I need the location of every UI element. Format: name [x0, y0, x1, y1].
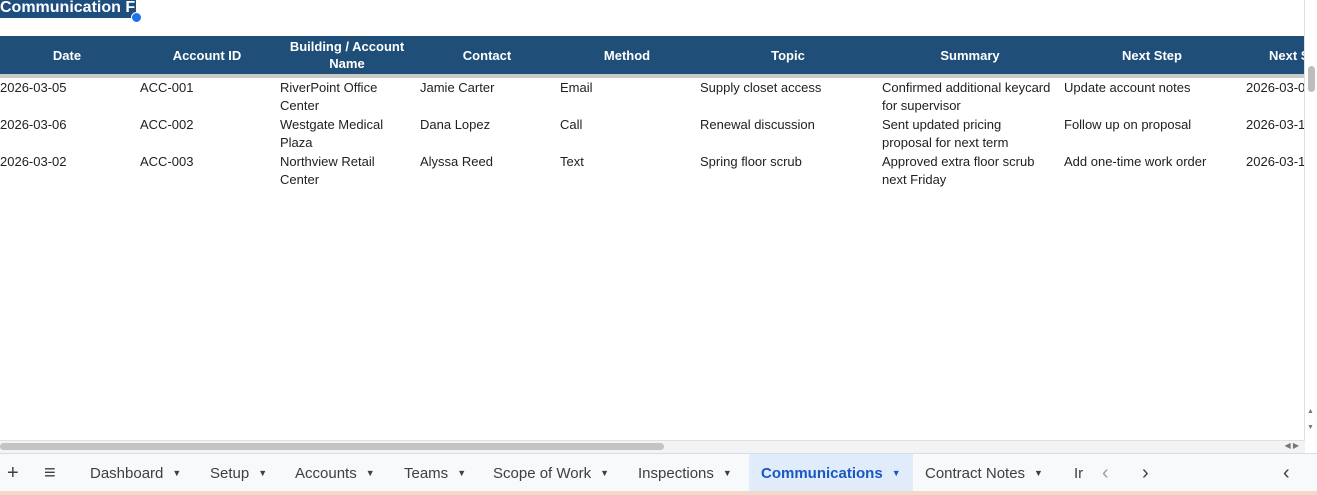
- cell-next-step[interactable]: Follow up on proposal: [1064, 116, 1240, 134]
- cell-summary[interactable]: Confirmed additional keycard for supervi…: [882, 79, 1060, 115]
- cell-contact[interactable]: Alyssa Reed: [420, 153, 554, 171]
- chevron-down-icon[interactable]: ▼: [892, 468, 901, 478]
- column-header-next-step[interactable]: Next Step: [1064, 36, 1240, 74]
- chevron-down-icon[interactable]: ▼: [366, 468, 375, 478]
- collapse-sidebar-icon[interactable]: ‹: [1283, 454, 1290, 492]
- cell-account-id[interactable]: ACC-001: [140, 79, 274, 97]
- cell-next-step[interactable]: Add one-time work order: [1064, 153, 1240, 171]
- chevron-down-icon[interactable]: ▼: [723, 468, 732, 478]
- column-header-date[interactable]: Date: [0, 36, 134, 74]
- cell-summary[interactable]: Sent updated pricing proposal for next t…: [882, 116, 1032, 152]
- table-row: 2026-03-02 ACC-003 Northview Retail Cent…: [0, 153, 1305, 190]
- column-header-contact[interactable]: Contact: [420, 36, 554, 74]
- scroll-tabs-right-icon[interactable]: ›: [1142, 454, 1149, 492]
- tab-scope-of-work[interactable]: Scope of Work ▼: [493, 454, 609, 492]
- sheet-title: Communication F: [0, 0, 136, 16]
- column-header-method[interactable]: Method: [560, 36, 694, 74]
- cell-next-date[interactable]: 2026-03-0: [1246, 79, 1305, 97]
- tab-label: Contract Notes: [925, 464, 1026, 482]
- cell-summary[interactable]: Approved extra floor scrub next Friday: [882, 153, 1052, 189]
- cell-method[interactable]: Text: [560, 153, 694, 171]
- scroll-tabs-left-icon[interactable]: ‹: [1102, 454, 1109, 492]
- chevron-down-icon[interactable]: ▼: [258, 468, 267, 478]
- column-header-building[interactable]: Building / Account Name: [280, 36, 414, 74]
- cell-building[interactable]: Northview Retail Center: [280, 153, 400, 189]
- cell-account-id[interactable]: ACC-003: [140, 153, 274, 171]
- sheet-title-cell[interactable]: Communication F: [0, 0, 136, 18]
- column-header-topic[interactable]: Topic: [700, 36, 876, 74]
- chevron-down-icon[interactable]: ▼: [457, 468, 466, 478]
- cell-date[interactable]: 2026-03-02: [0, 153, 134, 171]
- chevron-down-icon[interactable]: ▼: [1034, 468, 1043, 478]
- tab-inspections[interactable]: Inspections ▼: [638, 454, 732, 492]
- tab-setup[interactable]: Setup ▼: [210, 454, 267, 492]
- tab-dashboard[interactable]: Dashboard ▼: [90, 454, 181, 492]
- scroll-right-icon[interactable]: ▶: [1293, 441, 1299, 450]
- cell-next-date[interactable]: 2026-03-1: [1246, 116, 1305, 134]
- column-header-account-id[interactable]: Account ID: [140, 36, 274, 74]
- cell-date[interactable]: 2026-03-05: [0, 79, 134, 97]
- tab-teams[interactable]: Teams ▼: [404, 454, 466, 492]
- cell-date[interactable]: 2026-03-06: [0, 116, 134, 134]
- sheet-tab-bar: + ≡ Dashboard ▼ Setup ▼ Accounts ▼ Teams ▼ S…: [0, 453, 1317, 492]
- table-row: 2026-03-05 ACC-001 RiverPoint Office Cen…: [0, 79, 1305, 116]
- horizontal-scroll-thumb[interactable]: [0, 443, 664, 450]
- selection-handle[interactable]: [131, 12, 142, 23]
- tab-label: Teams: [404, 464, 449, 482]
- cell-topic[interactable]: Spring floor scrub: [700, 153, 876, 171]
- cell-next-date[interactable]: 2026-03-1: [1246, 153, 1305, 171]
- scroll-left-icon[interactable]: ◀: [1284, 441, 1290, 450]
- tab-label: Ir: [1074, 464, 1084, 482]
- cell-contact[interactable]: Dana Lopez: [420, 116, 554, 134]
- chevron-down-icon[interactable]: ▼: [600, 468, 609, 478]
- tab-label: Inspections: [638, 464, 714, 482]
- all-sheets-menu-icon[interactable]: ≡: [44, 454, 56, 492]
- table-header-row: Date Account ID Building / Account Name …: [0, 36, 1305, 78]
- tab-label: Dashboard: [90, 464, 164, 482]
- cell-building[interactable]: RiverPoint Office Center: [280, 79, 400, 115]
- cell-method[interactable]: Call: [560, 116, 694, 134]
- column-header-summary[interactable]: Summary: [882, 36, 1058, 74]
- scroll-up-icon[interactable]: ▲: [1307, 408, 1314, 416]
- vertical-scrollbar[interactable]: ▲ ▼: [1304, 0, 1317, 440]
- tab-accounts[interactable]: Accounts ▼: [295, 454, 375, 492]
- tab-label: Scope of Work: [493, 464, 592, 482]
- cell-next-step[interactable]: Update account notes: [1064, 79, 1240, 97]
- cell-topic[interactable]: Supply closet access: [700, 79, 876, 97]
- tab-contract-notes[interactable]: Contract Notes ▼: [925, 454, 1043, 492]
- tab-label: Setup: [210, 464, 250, 482]
- cell-contact[interactable]: Jamie Carter: [420, 79, 554, 97]
- tab-truncated[interactable]: Ir: [1074, 454, 1088, 492]
- cell-building[interactable]: Westgate Medical Plaza: [280, 116, 400, 152]
- chevron-down-icon[interactable]: ▼: [172, 468, 181, 478]
- cell-method[interactable]: Email: [560, 79, 694, 97]
- cell-topic[interactable]: Renewal discussion: [700, 116, 876, 134]
- tab-label: Communications: [761, 464, 883, 482]
- table-row: 2026-03-06 ACC-002 Westgate Medical Plaz…: [0, 116, 1305, 153]
- bottom-strip: [0, 491, 1317, 495]
- cell-account-id[interactable]: ACC-002: [140, 116, 274, 134]
- column-header-next-date[interactable]: Next S: [1246, 36, 1305, 74]
- horizontal-scrollbar[interactable]: ◀ ▶: [0, 440, 1305, 453]
- tab-label: Accounts: [295, 464, 357, 482]
- tab-communications[interactable]: Communications ▼: [749, 454, 913, 492]
- vertical-scroll-thumb[interactable]: [1308, 66, 1315, 92]
- scroll-down-icon[interactable]: ▼: [1307, 424, 1314, 432]
- add-sheet-icon[interactable]: +: [7, 454, 19, 492]
